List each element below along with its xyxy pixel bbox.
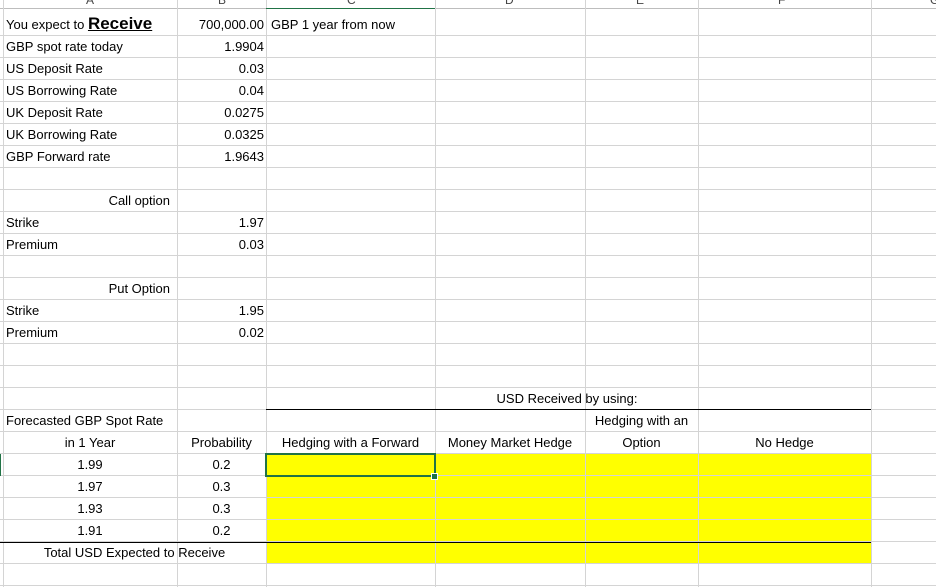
total-label[interactable]: Total USD Expected to Receive (3, 542, 266, 563)
gridline (0, 255, 936, 256)
no-hedge-header[interactable]: No Hedge (698, 432, 871, 453)
call-strike-value[interactable]: 1.97 (178, 212, 264, 233)
receive-word: Receive (87, 14, 153, 33)
probability-cell[interactable]: 0.3 (177, 498, 266, 519)
yellow-total-range[interactable] (266, 542, 871, 564)
uk-deposit-label[interactable]: UK Deposit Rate (6, 102, 176, 123)
column-header-g[interactable]: G (930, 0, 936, 7)
group-header-border (266, 409, 871, 410)
forecast-header-line2[interactable]: in 1 Year (3, 432, 177, 453)
column-header-e[interactable]: E (636, 0, 644, 7)
forecast-header-line1[interactable]: Forecasted GBP Spot Rate (6, 410, 206, 431)
call-option-title[interactable]: Call option (6, 190, 170, 211)
put-premium-value[interactable]: 0.02 (178, 322, 264, 343)
expect-label[interactable]: You expect to Receive (6, 13, 176, 34)
money-market-header[interactable]: Money Market Hedge (435, 432, 585, 453)
expect-prefix: You expect to (6, 17, 85, 32)
gridline (0, 365, 936, 366)
option-header-line1[interactable]: Hedging with an (585, 410, 698, 431)
probability-header[interactable]: Probability (177, 432, 266, 453)
us-deposit-label[interactable]: US Deposit Rate (6, 58, 176, 79)
usd-received-header[interactable]: USD Received by using: (435, 388, 699, 409)
column-header-d[interactable]: D (505, 0, 514, 7)
forecast-rate-cell[interactable]: 1.99 (3, 454, 177, 475)
spot-rate-label[interactable]: GBP spot rate today (6, 36, 176, 57)
gridline (585, 0, 586, 587)
column-header-c[interactable]: C (347, 0, 356, 7)
column-header-a[interactable]: A (86, 0, 94, 7)
amount-cell[interactable]: 700,000.00 (178, 14, 264, 35)
call-premium-label[interactable]: Premium (6, 234, 176, 255)
gridline (266, 0, 267, 587)
amount-note-cell[interactable]: GBP 1 year from now (271, 14, 431, 35)
put-strike-value[interactable]: 1.95 (178, 300, 264, 321)
column-header-bar[interactable] (0, 0, 936, 9)
gridline (0, 585, 936, 586)
forward-header[interactable]: Hedging with a Forward (266, 432, 435, 453)
forecast-rate-cell[interactable]: 1.97 (3, 476, 177, 497)
us-borrowing-label[interactable]: US Borrowing Rate (6, 80, 176, 101)
gridline (0, 563, 936, 564)
call-strike-label[interactable]: Strike (6, 212, 176, 233)
forward-rate-label[interactable]: GBP Forward rate (6, 146, 176, 167)
option-header-line2[interactable]: Option (585, 432, 698, 453)
probability-cell[interactable]: 0.3 (177, 476, 266, 497)
active-cell-selection[interactable] (265, 453, 436, 477)
probability-cell[interactable]: 0.2 (177, 454, 266, 475)
forecast-rate-cell[interactable]: 1.93 (3, 498, 177, 519)
column-header-b[interactable]: B (218, 0, 226, 7)
forward-rate-value[interactable]: 1.9643 (178, 146, 264, 167)
uk-borrowing-label[interactable]: UK Borrowing Rate (6, 124, 176, 145)
column-header-selected-indicator (266, 8, 435, 9)
put-premium-label[interactable]: Premium (6, 322, 176, 343)
put-strike-label[interactable]: Strike (6, 300, 176, 321)
call-premium-value[interactable]: 0.03 (178, 234, 264, 255)
gridline (435, 0, 436, 587)
fill-handle[interactable] (431, 473, 438, 480)
probability-cell[interactable]: 0.2 (177, 520, 266, 541)
gridline (0, 343, 936, 344)
forecast-rate-cell[interactable]: 1.91 (3, 520, 177, 541)
uk-borrowing-value[interactable]: 0.0325 (178, 124, 264, 145)
spreadsheet-grid[interactable]: A B C D E F G You expect to Receive 700,… (0, 0, 936, 587)
uk-deposit-value[interactable]: 0.0275 (178, 102, 264, 123)
gridline (0, 167, 936, 168)
gridline (698, 0, 699, 587)
gridline (871, 0, 872, 587)
spot-rate-value[interactable]: 1.9904 (178, 36, 264, 57)
column-header-f[interactable]: F (778, 0, 785, 7)
us-deposit-value[interactable]: 0.03 (178, 58, 264, 79)
row-selection-marker (0, 454, 4, 476)
us-borrowing-value[interactable]: 0.04 (178, 80, 264, 101)
put-option-title[interactable]: Put Option (6, 278, 170, 299)
